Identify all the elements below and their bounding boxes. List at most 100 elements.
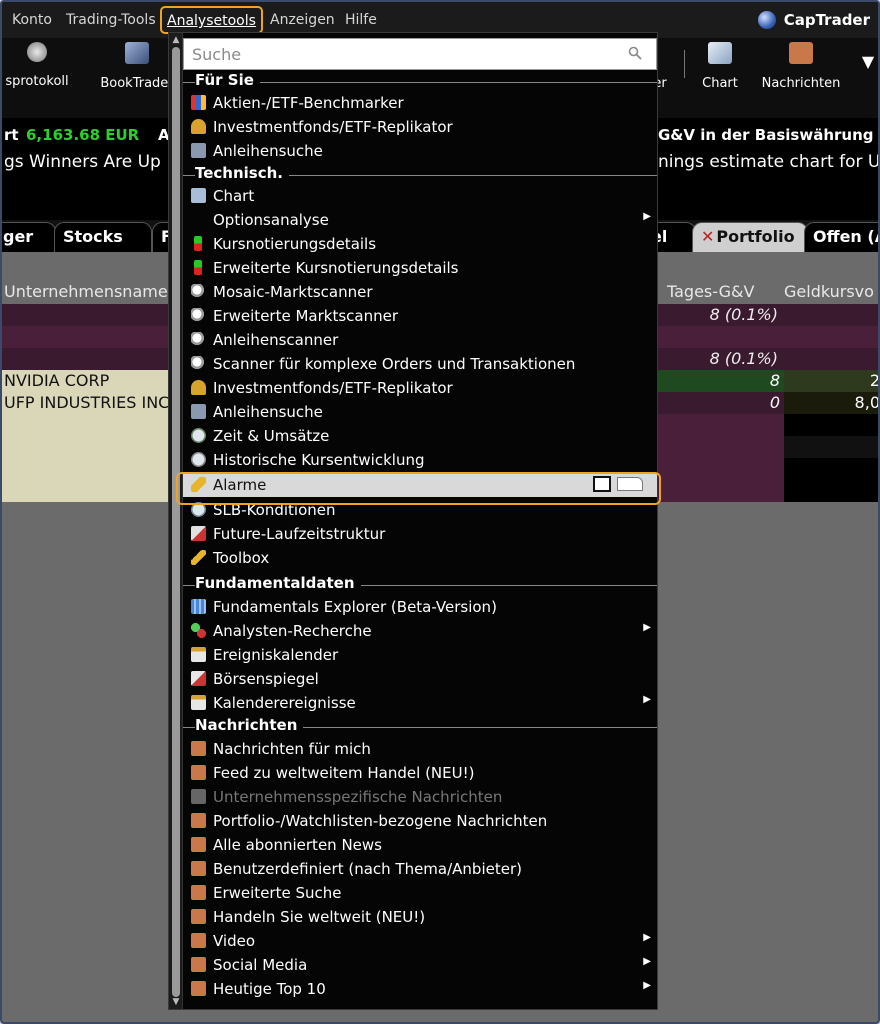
section-fundamentaldaten: Fundamentaldaten	[183, 574, 657, 594]
open-window-icon[interactable]	[593, 476, 611, 492]
bar-chart-icon	[191, 95, 206, 110]
toolbox-icon	[191, 550, 206, 565]
updown-arrows-icon	[194, 260, 202, 275]
menu-item-kursnotierungsdetails[interactable]: Kursnotierungsdetails	[183, 232, 657, 256]
menu-item-kalenderereignisse[interactable]: Kalenderereignisse ▶	[183, 691, 657, 715]
menu-item-label: Social Media	[213, 956, 308, 974]
menu-item-future-laufzeitstruktur[interactable]: Future-Laufzeitstruktur	[183, 522, 657, 546]
menu-item-label: Zeit & Umsätze	[213, 427, 330, 445]
toolbar-booktrader-button[interactable]: BookTrader	[98, 38, 176, 118]
menu-analysetools[interactable]: Analysetools	[160, 6, 263, 34]
menu-item-nachrichten-fuer-mich[interactable]: Nachrichten für mich	[183, 737, 657, 761]
menu-item-label: Erweiterte Kursnotierungsdetails	[213, 259, 459, 277]
toolbar-label: sprotokoll	[5, 74, 69, 89]
menu-item-alarme[interactable]: Alarme	[183, 473, 657, 497]
cell-pnl: 8 (0.1%)	[709, 305, 778, 324]
menu-item-handeln-weltweit[interactable]: Handeln Sie weltweit (NEU!)	[183, 905, 657, 929]
column-header-bid[interactable]: Geldkursvo	[784, 282, 874, 301]
search-box[interactable]	[183, 38, 657, 70]
column-header-company[interactable]: Unternehmensname	[4, 282, 168, 301]
menu-item-erweiterte-kursnotierungsdetails[interactable]: Erweiterte Kursnotierungsdetails	[183, 256, 657, 280]
column-header-daily-pnl[interactable]: Tages-G&V	[667, 282, 754, 301]
menu-item-label: Toolbox	[213, 549, 270, 567]
tab-ledger[interactable]: ger	[2, 222, 56, 252]
search-input[interactable]	[192, 45, 612, 64]
scrollbar-thumb[interactable]	[172, 47, 180, 997]
slb-icon	[191, 502, 206, 517]
menu-item-label: Erweiterte Marktscanner	[213, 307, 398, 325]
cell-company: NVIDIA CORP	[2, 370, 168, 392]
menu-item-label: Kalenderereignisse	[213, 694, 356, 712]
calendar-icon	[191, 695, 206, 710]
menu-item-chart[interactable]: Chart	[183, 184, 657, 208]
toolbar-protokoll-button[interactable]: sprotokoll	[2, 38, 72, 118]
menu-item-optionsanalyse[interactable]: Optionsanalyse ▶	[183, 208, 657, 232]
book-icon	[125, 42, 149, 64]
menu-item-feed-weltweitem-handel[interactable]: Feed zu weltweitem Handel (NEU!)	[183, 761, 657, 785]
menu-item-benutzerdefiniert[interactable]: Benutzerdefiniert (nach Thema/Anbieter)	[183, 857, 657, 881]
menu-item-label: Feed zu weltweitem Handel (NEU!)	[213, 764, 475, 782]
menu-item-zeit-umsaetze[interactable]: Zeit & Umsätze	[183, 424, 657, 448]
menu-item-anleihensuche-2[interactable]: Anleihensuche	[183, 400, 657, 424]
scroll-up-icon[interactable]: ▲	[171, 35, 181, 45]
tab-portfolio[interactable]: ✕ Portfolio	[692, 222, 808, 252]
cell-pnl: 8 (0.1%)	[709, 349, 778, 368]
menu-item-investmentfonds[interactable]: Investmentfonds/ETF-Replikator	[183, 115, 657, 139]
menu-hilfe[interactable]: Hilfe	[345, 12, 377, 28]
cell-bid	[784, 458, 878, 480]
menu-item-slb-konditionen[interactable]: SLB-Konditionen	[183, 498, 657, 522]
menu-item-erweiterte-suche[interactable]: Erweiterte Suche	[183, 881, 657, 905]
tab-offen[interactable]: Offen (A	[804, 222, 878, 252]
menu-konto[interactable]: Konto	[12, 12, 52, 28]
cell-bid	[784, 436, 878, 458]
search-icon[interactable]	[628, 46, 642, 60]
menu-item-analysten-recherche[interactable]: Analysten-Recherche ▶	[183, 619, 657, 643]
menu-item-alle-abonnierten-news[interactable]: Alle abonnierten News	[183, 833, 657, 857]
menu-item-fundamentals-explorer[interactable]: Fundamentals Explorer (Beta-Version)	[183, 595, 657, 619]
menu-item-heutige-top-10[interactable]: Heutige Top 10 ▶	[183, 977, 657, 1001]
cell-company	[2, 458, 168, 480]
tab-stocks[interactable]: Stocks	[54, 222, 152, 252]
ticker-text: G&V in der Basiswährung	[658, 126, 874, 144]
submenu-arrow-icon: ▶	[643, 694, 651, 705]
magnifier-icon	[191, 356, 206, 371]
dropdown-scrollbar[interactable]: ▲ ▼	[169, 33, 183, 1009]
menu-trading-tools[interactable]: Trading-Tools	[66, 12, 156, 28]
menu-item-anleihensuche[interactable]: Anleihensuche	[183, 139, 657, 163]
menu-item-ereigniskalender[interactable]: Ereigniskalender	[183, 643, 657, 667]
menu-item-investmentfonds-2[interactable]: Investmentfonds/ETF-Replikator	[183, 376, 657, 400]
menu-anzeigen[interactable]: Anzeigen	[270, 12, 335, 28]
chart-icon	[191, 188, 206, 203]
menu-item-komplex-scanner[interactable]: Scanner für komplexe Orders und Transakt…	[183, 352, 657, 376]
close-icon[interactable]: ✕	[701, 227, 714, 246]
menu-item-video[interactable]: Video ▶	[183, 929, 657, 953]
cell-company	[2, 326, 168, 348]
building-icon	[191, 599, 206, 614]
menu-item-social-media[interactable]: Social Media ▶	[183, 953, 657, 977]
chart-icon	[708, 42, 732, 64]
toolbar-chart-button[interactable]: Chart	[698, 38, 742, 118]
menu-item-boersenspiegel[interactable]: Börsenspiegel	[183, 667, 657, 691]
section-label: Für Sie	[195, 71, 260, 89]
menu-item-anleihenscanner[interactable]: Anleihenscanner	[183, 328, 657, 352]
submenu-arrow-icon: ▶	[643, 211, 651, 222]
cell-company	[2, 414, 168, 436]
scroll-down-icon[interactable]: ▼	[171, 997, 181, 1007]
menu-item-mosaic-marktscanner[interactable]: Mosaic-Marktscanner	[183, 280, 657, 304]
rss-icon	[191, 765, 206, 780]
menu-item-aktien-benchmarker[interactable]: Aktien-/ETF-Benchmarker	[183, 91, 657, 115]
section-label: Technisch.	[195, 164, 290, 182]
menu-item-toolbox[interactable]: Toolbox	[183, 546, 657, 570]
menu-item-erweiterte-marktscanner[interactable]: Erweiterte Marktscanner	[183, 304, 657, 328]
menu-item-portfolio-nachrichten[interactable]: Portfolio-/Watchlisten-bezogene Nachrich…	[183, 809, 657, 833]
cell-company	[2, 304, 168, 326]
section-technisch: Technisch.	[183, 164, 657, 184]
section-fuer-sie: Für Sie	[183, 71, 657, 91]
scale-icon	[191, 119, 206, 134]
toolbar-more-button[interactable]: ▼	[858, 52, 878, 74]
menu-item-historische-kursentwicklung[interactable]: Historische Kursentwicklung	[183, 448, 657, 472]
menu-item-label: Mosaic-Marktscanner	[213, 283, 373, 301]
open-tab-icon[interactable]	[617, 477, 643, 491]
scale-icon	[191, 380, 206, 395]
toolbar-nachrichten-button[interactable]: Nachrichten	[759, 38, 843, 118]
